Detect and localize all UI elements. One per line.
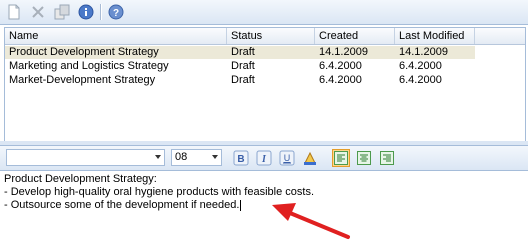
annotation-arrow (272, 203, 350, 239)
